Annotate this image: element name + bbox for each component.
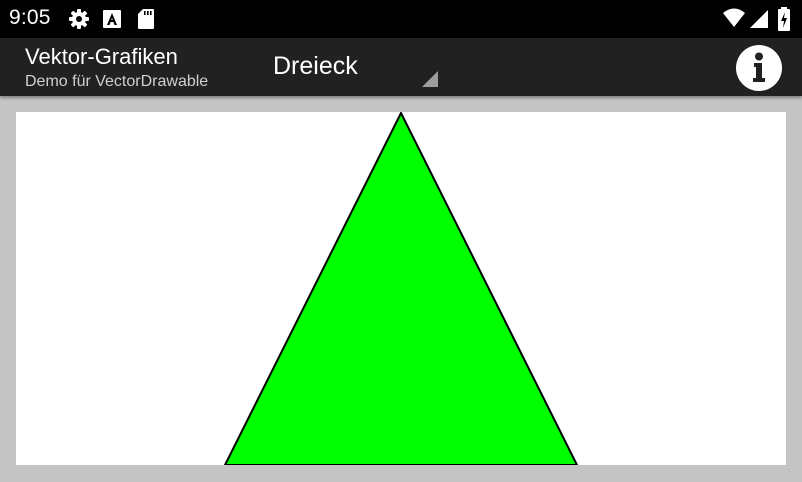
shape-spinner[interactable]: Dreieck	[264, 38, 444, 96]
signal-icon	[749, 7, 769, 34]
drawing-canvas	[16, 110, 786, 466]
status-bar: 9:05	[0, 0, 802, 38]
info-button[interactable]	[735, 44, 783, 92]
font-a-icon	[102, 8, 122, 35]
sd-card-icon	[137, 8, 155, 35]
spinner-dropdown-arrow-icon	[421, 70, 439, 93]
app-bar: Vektor-Grafiken Demo für VectorDrawable …	[0, 38, 802, 96]
vector-drawable-view	[223, 110, 579, 466]
app-subtitle: Demo für VectorDrawable	[25, 73, 209, 90]
status-time: 9:05	[9, 6, 51, 29]
wifi-icon	[722, 7, 746, 34]
info-icon	[735, 45, 783, 96]
triangle-shape	[223, 110, 579, 466]
battery-charging-icon	[777, 6, 791, 37]
spinner-selected-value: Dreieck	[273, 52, 358, 80]
app-title: Vektor-Grafiken	[25, 44, 178, 69]
gear-icon	[68, 8, 90, 35]
